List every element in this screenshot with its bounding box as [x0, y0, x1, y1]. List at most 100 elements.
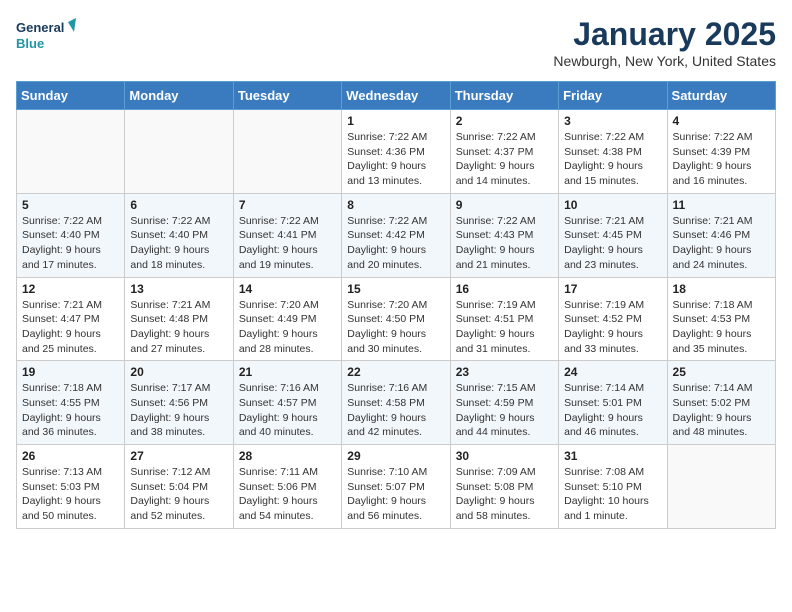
day-header-friday: Friday — [559, 82, 667, 110]
day-number: 6 — [130, 198, 227, 212]
calendar-day-27: 27Sunrise: 7:12 AM Sunset: 5:04 PM Dayli… — [125, 445, 233, 529]
calendar-day-22: 22 Sunrise: 7:16 AM Sunset: 4:58 PM Dayli… — [342, 361, 450, 445]
calendar-day-3: 3 Sunrise: 7:22 AM Sunset: 4:38 PM Daylig… — [559, 110, 667, 194]
day-number: 13 — [130, 282, 227, 296]
calendar-day-26: 26 Sunrise: 7:13 AM Sunset: 5:03 PM Dayli… — [17, 445, 125, 529]
day-content: Sunrise: 7:18 AM Sunset: 4:53 PM Dayligh… — [673, 298, 770, 357]
calendar-day-21: 21 Sunrise: 7:16 AM Sunset: 4:57 PM Dayli… — [233, 361, 341, 445]
day-header-monday: Monday — [125, 82, 233, 110]
day-number: 3 — [564, 114, 661, 128]
day-number: 10 — [564, 198, 661, 212]
calendar-day-2: 2 Sunrise: 7:22 AM Sunset: 4:37 PM Daylig… — [450, 110, 558, 194]
calendar-day-5: 5 Sunrise: 7:22 AM Sunset: 4:40 PM Daylig… — [17, 193, 125, 277]
day-header-thursday: Thursday — [450, 82, 558, 110]
day-content: Sunrise: 7:20 AM Sunset: 4:49 PM Dayligh… — [239, 298, 336, 357]
calendar-day-28: 28 Sunrise: 7:11 AM Sunset: 5:06 PM Dayli… — [233, 445, 341, 529]
day-number: 30 — [456, 449, 553, 463]
calendar-day-6: 6 Sunrise: 7:22 AM Sunset: 4:40 PM Daylig… — [125, 193, 233, 277]
day-number: 24 — [564, 365, 661, 379]
day-number: 8 — [347, 198, 444, 212]
day-content: Sunrise: 7:22 AM Sunset: 4:42 PM Dayligh… — [347, 214, 444, 273]
svg-text:General: General — [16, 20, 64, 35]
day-content: Sunrise: 7:16 AM Sunset: 4:58 PM Dayligh… — [347, 381, 444, 440]
calendar-day-23: 23 Sunrise: 7:15 AM Sunset: 4:59 PM Dayli… — [450, 361, 558, 445]
calendar-day-17: 17 Sunrise: 7:19 AM Sunset: 4:52 PM Dayli… — [559, 277, 667, 361]
calendar-day-13: 13 Sunrise: 7:21 AM Sunset: 4:48 PM Dayli… — [125, 277, 233, 361]
day-content: Sunrise: 7:22 AM Sunset: 4:40 PM Dayligh… — [130, 214, 227, 273]
day-content: Sunrise: 7:13 AM Sunset: 5:03 PM Dayligh… — [22, 465, 119, 524]
day-header-tuesday: Tuesday — [233, 82, 341, 110]
day-number: 7 — [239, 198, 336, 212]
calendar-day-31: 31 Sunrise: 7:08 AM Sunset: 5:10 PM Dayli… — [559, 445, 667, 529]
day-content: Sunrise: 7:22 AM Sunset: 4:36 PM Dayligh… — [347, 130, 444, 189]
calendar-day-4: 4Sunrise: 7:22 AM Sunset: 4:39 PM Daylig… — [667, 110, 775, 194]
day-header-sunday: Sunday — [17, 82, 125, 110]
day-content: Sunrise: 7:22 AM Sunset: 4:37 PM Dayligh… — [456, 130, 553, 189]
calendar-day-7: 7 Sunrise: 7:22 AM Sunset: 4:41 PM Daylig… — [233, 193, 341, 277]
calendar-day-14: 14 Sunrise: 7:20 AM Sunset: 4:49 PM Dayli… — [233, 277, 341, 361]
location: Newburgh, New York, United States — [553, 53, 776, 69]
day-number: 23 — [456, 365, 553, 379]
calendar-day-12: 12 Sunrise: 7:21 AM Sunset: 4:47 PM Dayli… — [17, 277, 125, 361]
day-number: 15 — [347, 282, 444, 296]
day-number: 31 — [564, 449, 661, 463]
day-content: Sunrise: 7:16 AM Sunset: 4:57 PM Dayligh… — [239, 381, 336, 440]
day-number: 18 — [673, 282, 770, 296]
day-number: 29 — [347, 449, 444, 463]
page-header: General Blue January 2025 Newburgh, New … — [16, 16, 776, 69]
calendar-day-29: 29 Sunrise: 7:10 AM Sunset: 5:07 PM Dayli… — [342, 445, 450, 529]
day-content: Sunrise: 7:19 AM Sunset: 4:52 PM Dayligh… — [564, 298, 661, 357]
day-content: Sunrise: 7:22 AM Sunset: 4:40 PM Dayligh… — [22, 214, 119, 273]
calendar-day-24: 24Sunrise: 7:14 AM Sunset: 5:01 PM Dayli… — [559, 361, 667, 445]
calendar-table: SundayMondayTuesdayWednesdayThursdayFrid… — [16, 81, 776, 529]
calendar-day-15: 15 Sunrise: 7:20 AM Sunset: 4:50 PM Dayli… — [342, 277, 450, 361]
day-content: Sunrise: 7:22 AM Sunset: 4:38 PM Dayligh… — [564, 130, 661, 189]
calendar-day-19: 19 Sunrise: 7:18 AM Sunset: 4:55 PM Dayli… — [17, 361, 125, 445]
calendar-week-row: 5 Sunrise: 7:22 AM Sunset: 4:40 PM Daylig… — [17, 193, 776, 277]
calendar-day-11: 11 Sunrise: 7:21 AM Sunset: 4:46 PM Dayli… — [667, 193, 775, 277]
calendar-week-row: 19 Sunrise: 7:18 AM Sunset: 4:55 PM Dayli… — [17, 361, 776, 445]
day-number: 1 — [347, 114, 444, 128]
day-number: 4 — [673, 114, 770, 128]
calendar-day-10: 10Sunrise: 7:21 AM Sunset: 4:45 PM Dayli… — [559, 193, 667, 277]
day-content: Sunrise: 7:21 AM Sunset: 4:48 PM Dayligh… — [130, 298, 227, 357]
day-number: 28 — [239, 449, 336, 463]
day-content: Sunrise: 7:18 AM Sunset: 4:55 PM Dayligh… — [22, 381, 119, 440]
calendar-week-row: 1 Sunrise: 7:22 AM Sunset: 4:36 PM Daylig… — [17, 110, 776, 194]
day-number: 14 — [239, 282, 336, 296]
calendar-day-8: 8 Sunrise: 7:22 AM Sunset: 4:42 PM Daylig… — [342, 193, 450, 277]
empty-cell — [17, 110, 125, 194]
day-number: 5 — [22, 198, 119, 212]
calendar-day-25: 25Sunrise: 7:14 AM Sunset: 5:02 PM Dayli… — [667, 361, 775, 445]
day-content: Sunrise: 7:20 AM Sunset: 4:50 PM Dayligh… — [347, 298, 444, 357]
calendar-week-row: 12 Sunrise: 7:21 AM Sunset: 4:47 PM Dayli… — [17, 277, 776, 361]
day-number: 19 — [22, 365, 119, 379]
svg-text:Blue: Blue — [16, 36, 44, 51]
day-content: Sunrise: 7:15 AM Sunset: 4:59 PM Dayligh… — [456, 381, 553, 440]
calendar-header-row: SundayMondayTuesdayWednesdayThursdayFrid… — [17, 82, 776, 110]
day-content: Sunrise: 7:11 AM Sunset: 5:06 PM Dayligh… — [239, 465, 336, 524]
day-content: Sunrise: 7:10 AM Sunset: 5:07 PM Dayligh… — [347, 465, 444, 524]
day-number: 21 — [239, 365, 336, 379]
day-content: Sunrise: 7:08 AM Sunset: 5:10 PM Dayligh… — [564, 465, 661, 524]
day-number: 12 — [22, 282, 119, 296]
day-number: 16 — [456, 282, 553, 296]
day-number: 17 — [564, 282, 661, 296]
day-number: 26 — [22, 449, 119, 463]
day-number: 25 — [673, 365, 770, 379]
calendar-day-1: 1 Sunrise: 7:22 AM Sunset: 4:36 PM Daylig… — [342, 110, 450, 194]
day-content: Sunrise: 7:19 AM Sunset: 4:51 PM Dayligh… — [456, 298, 553, 357]
day-number: 2 — [456, 114, 553, 128]
day-content: Sunrise: 7:21 AM Sunset: 4:47 PM Dayligh… — [22, 298, 119, 357]
calendar-day-20: 20Sunrise: 7:17 AM Sunset: 4:56 PM Dayli… — [125, 361, 233, 445]
day-content: Sunrise: 7:21 AM Sunset: 4:46 PM Dayligh… — [673, 214, 770, 273]
month-title: January 2025 — [553, 16, 776, 53]
day-content: Sunrise: 7:22 AM Sunset: 4:41 PM Dayligh… — [239, 214, 336, 273]
day-number: 11 — [673, 198, 770, 212]
day-header-saturday: Saturday — [667, 82, 775, 110]
empty-cell — [125, 110, 233, 194]
calendar-day-30: 30Sunrise: 7:09 AM Sunset: 5:08 PM Dayli… — [450, 445, 558, 529]
calendar-week-row: 26 Sunrise: 7:13 AM Sunset: 5:03 PM Dayli… — [17, 445, 776, 529]
day-number: 22 — [347, 365, 444, 379]
empty-cell — [233, 110, 341, 194]
